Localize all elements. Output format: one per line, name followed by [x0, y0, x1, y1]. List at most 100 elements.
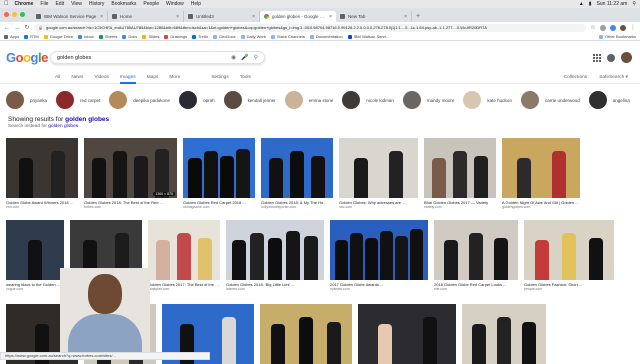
bookmark-drawings[interactable]: Drawings	[164, 34, 187, 39]
tab-ibm-watson[interactable]: IBM Watson Service Page ×	[32, 11, 108, 22]
image-thumbnail[interactable]	[424, 138, 496, 198]
related-chip[interactable]: red carpet	[56, 91, 100, 109]
spotlight-icon[interactable]: ⚲	[632, 1, 636, 7]
image-result[interactable]: Golden Globes: Why actresses are ...nbc.…	[339, 138, 418, 209]
reload-icon[interactable]: ↻	[24, 24, 30, 31]
image-thumbnail[interactable]: 1300 × 870	[84, 138, 177, 198]
bookmark-other[interactable]: Other Bookmarks	[599, 34, 636, 39]
image-result[interactable]: 2018 Golden Globe Red Carpet Looks ...el…	[434, 220, 518, 291]
extension-icon[interactable]	[600, 25, 606, 31]
image-thumbnail[interactable]	[183, 138, 255, 198]
related-chip[interactable]: kate hudson	[463, 91, 512, 109]
menu-app[interactable]: Chrome	[15, 1, 34, 7]
image-result[interactable]: Golden Globes Fashion: Short ...people.c…	[524, 220, 614, 291]
related-chip[interactable]: angelina	[589, 91, 630, 109]
image-result[interactable]: 2017 Golden Globe Awards ...nytimes.com	[330, 220, 428, 291]
tab-news[interactable]: News	[71, 72, 83, 84]
image-thumbnail[interactable]	[502, 138, 580, 198]
collections-link[interactable]: Collections	[564, 75, 587, 80]
search-icon[interactable]: ⚲	[254, 54, 258, 61]
image-result[interactable]: wearing black to the Golden ...vogue.com	[6, 220, 64, 291]
image-thumbnail[interactable]	[330, 220, 428, 280]
corrected-query-link[interactable]: golden globes	[65, 116, 109, 123]
tab-maps[interactable]: Maps	[147, 72, 159, 84]
tab-new-tab[interactable]: New Tab ×	[336, 11, 412, 22]
new-tab-icon[interactable]: +	[412, 11, 424, 22]
search-input[interactable]: golden globes ◉ 🎤 ⚲	[50, 51, 265, 64]
image-result[interactable]: Golden Globe Award Winners 2018 ...cnn.c…	[6, 138, 78, 209]
related-chip[interactable]: mandy moore	[403, 91, 455, 109]
original-query-link[interactable]: golden globes	[48, 124, 78, 129]
related-chip[interactable]: priyanka	[6, 91, 47, 109]
bookmark-inbox[interactable]: Inbox	[78, 34, 94, 39]
image-thumbnail[interactable]	[524, 220, 614, 280]
related-chip[interactable]: oprah	[179, 91, 215, 109]
bookmark-apps[interactable]: Apps	[4, 34, 19, 39]
menu-file[interactable]: File	[40, 1, 48, 7]
image-result[interactable]: Golden Globes 2018: & My The Ho...hollyw…	[261, 138, 333, 209]
image-result[interactable]: 1300 × 870Golden Globes 2018: The Best o…	[84, 138, 177, 209]
settings-link[interactable]: Settings	[211, 72, 228, 84]
related-chip[interactable]: deepika padukone	[109, 91, 170, 109]
menu-history[interactable]: History	[89, 1, 105, 7]
bookmark-sheets[interactable]: Sheets	[99, 34, 117, 39]
tab-close-icon[interactable]: ×	[100, 14, 103, 20]
bookmark-documentation[interactable]: Documentation	[310, 34, 343, 39]
related-chip[interactable]: carrie underwood	[521, 91, 580, 109]
image-thumbnail[interactable]	[226, 220, 324, 280]
search-query[interactable]: golden globes	[57, 55, 226, 61]
menubar-clock[interactable]: Sun 11:22 am	[597, 1, 628, 7]
image-result[interactable]: A Golden Night Of Awe And Glit | Golden …	[502, 138, 580, 209]
tab-close-icon[interactable]: ×	[252, 14, 255, 20]
menu-bookmarks[interactable]: Bookmarks	[111, 1, 136, 7]
image-thumbnail[interactable]	[260, 304, 352, 364]
lock-icon[interactable]: 🔒	[38, 25, 43, 30]
tab-all[interactable]: All	[55, 72, 60, 84]
bookmark-stack-channels[interactable]: Stack Channels	[271, 34, 305, 39]
bookmark-docs[interactable]: Docs	[122, 34, 137, 39]
menu-people[interactable]: People	[143, 1, 159, 7]
image-result[interactable]: Golden Globes 2018: 'Big Little Lies' ..…	[226, 220, 324, 291]
google-logo[interactable]: Google	[6, 50, 48, 65]
image-thumbnail[interactable]	[434, 220, 518, 280]
profile-icon[interactable]	[620, 25, 626, 31]
kebab-menu-icon[interactable]: ⋮	[630, 24, 636, 31]
tab-close-icon[interactable]: ×	[329, 14, 332, 20]
bookmark-slides[interactable]: Slides	[142, 34, 159, 39]
zoom-window-icon[interactable]	[20, 12, 25, 17]
bookmark-trello[interactable]: Trello	[192, 34, 208, 39]
close-window-icon[interactable]	[4, 12, 9, 17]
camera-icon[interactable]: ◉	[231, 54, 236, 61]
tab-close-icon[interactable]: ×	[404, 14, 407, 20]
tools-link[interactable]: Tools	[240, 72, 251, 84]
image-thumbnail[interactable]	[358, 304, 456, 364]
bookmark-star-icon[interactable]: ☆	[590, 24, 596, 31]
bookmark-google-drive[interactable]: Google Drive	[44, 34, 73, 39]
extension-icon[interactable]	[610, 25, 616, 31]
menu-edit[interactable]: Edit	[55, 1, 64, 7]
image-thumbnail[interactable]	[261, 138, 333, 198]
apple-icon[interactable]: 	[4, 1, 9, 7]
related-chip[interactable]: nicole kidman	[342, 91, 394, 109]
image-result[interactable]	[462, 304, 546, 364]
image-result[interactable]: Bhai Golden Globes 2017 — Varietyvariety…	[424, 138, 496, 209]
avatar[interactable]	[621, 52, 632, 63]
image-result[interactable]	[260, 304, 352, 364]
image-thumbnail[interactable]	[6, 220, 64, 280]
image-thumbnail[interactable]	[339, 138, 418, 198]
tab-more[interactable]: More	[169, 72, 180, 84]
menu-view[interactable]: View	[71, 1, 82, 7]
menu-help[interactable]: Help	[191, 1, 201, 7]
tab-videos[interactable]: Videos	[94, 72, 109, 84]
related-chip[interactable]: kendall jenner	[224, 91, 276, 109]
related-chip[interactable]: emma stone	[285, 91, 334, 109]
image-thumbnail[interactable]	[148, 220, 220, 280]
tab-close-icon[interactable]: ×	[176, 14, 179, 20]
microphone-icon[interactable]: 🎤	[241, 54, 248, 61]
tab-untitled3[interactable]: Untitled3 ×	[184, 11, 260, 22]
back-icon[interactable]: ←	[4, 25, 10, 31]
bookmark-geodocs[interactable]: GeoDocs	[213, 34, 236, 39]
bookmark-daily-work[interactable]: Daily Work	[241, 34, 266, 39]
address-bar[interactable]: 🔒 google.com.au/search?rlz=1C5CHFA_enAU7…	[34, 24, 586, 32]
notifications-icon[interactable]	[607, 54, 615, 62]
